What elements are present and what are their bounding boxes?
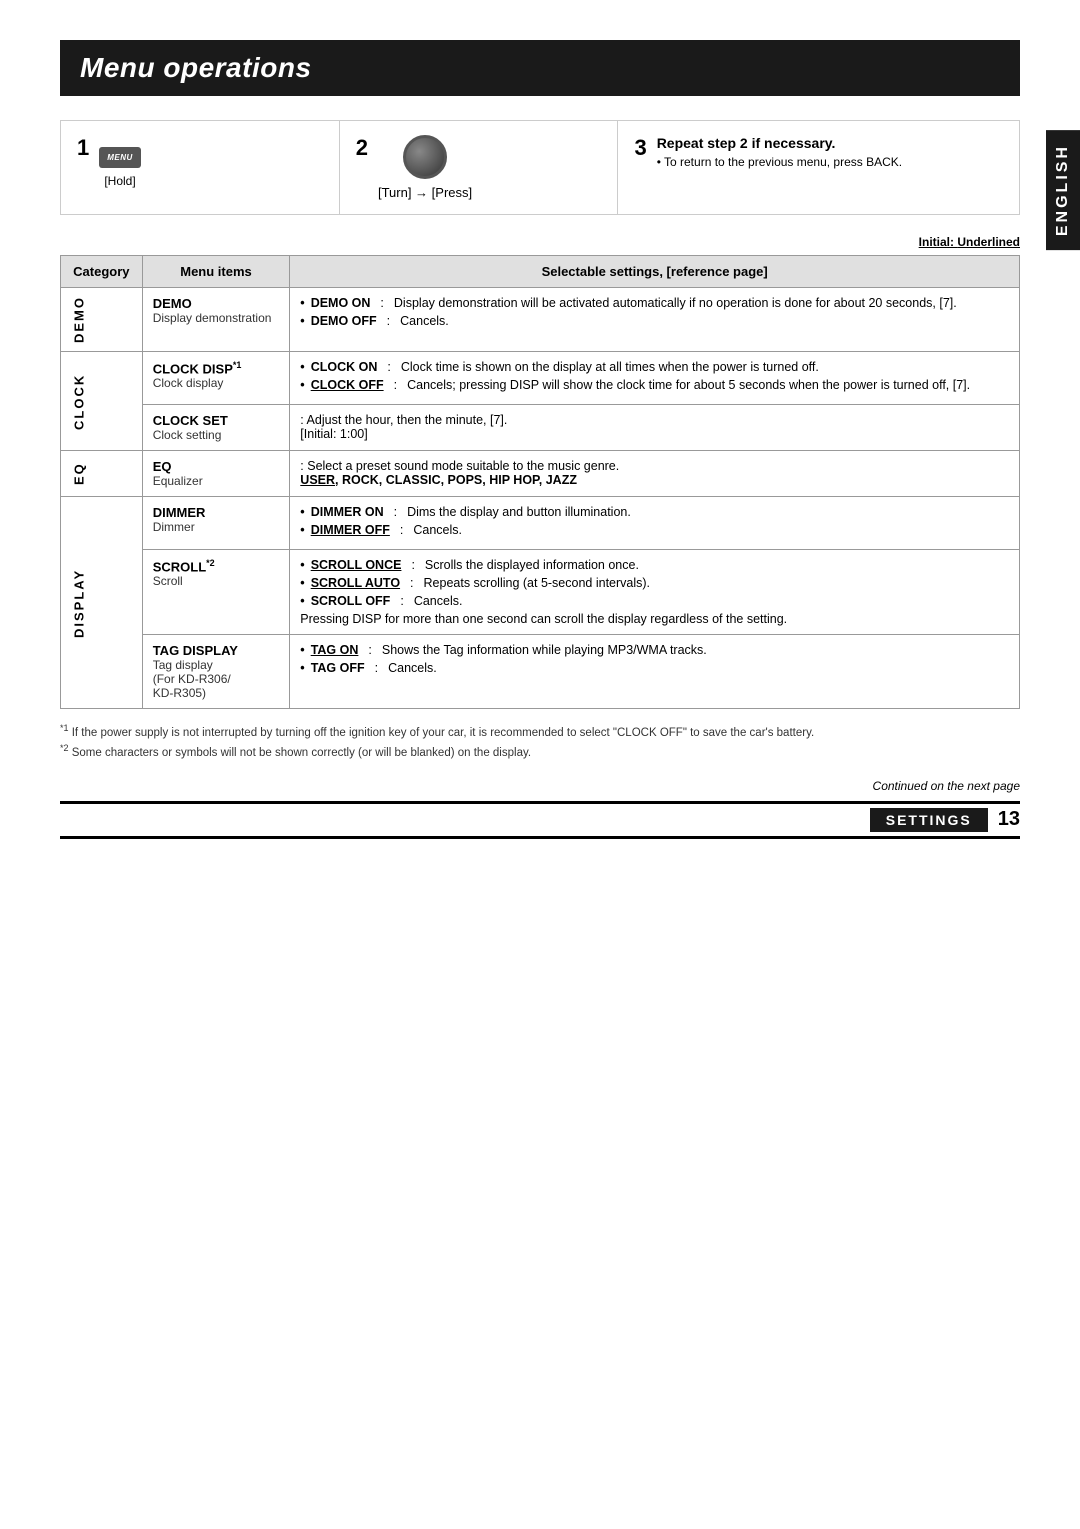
step-3-number: 3	[634, 135, 646, 161]
footnotes: *1 If the power supply is not interrupte…	[60, 723, 1020, 759]
list-item: • SCROLL OFF : Cancels.	[300, 594, 1009, 608]
table-row: DEMO DEMO Display demonstration • DEMO O…	[61, 288, 1020, 352]
list-item: • SCROLL AUTO : Repeats scrolling (at 5-…	[300, 576, 1009, 590]
table-row: SCROLL*2 Scroll • SCROLL ONCE : Scrolls …	[61, 550, 1020, 635]
step-3: 3 Repeat step 2 if necessary. • To retur…	[618, 121, 1019, 214]
step-1: 1 MENU [Hold]	[61, 121, 340, 214]
initial-note: Initial: Underlined	[60, 235, 1020, 249]
footnote-1: *1 If the power supply is not interrupte…	[60, 723, 1020, 739]
scroll-extra: Pressing DISP for more than one second c…	[300, 612, 1009, 626]
step-2: 2 [Turn] → [Press]	[340, 121, 619, 214]
category-display: DISPLAY	[61, 497, 143, 709]
col-menu-items: Menu items	[142, 256, 290, 288]
menu-table: Category Menu items Selectable settings,…	[60, 255, 1020, 709]
table-row: CLOCK CLOCK DISP*1 Clock display • CLOCK…	[61, 352, 1020, 405]
menu-item-demo: DEMO Display demonstration	[142, 288, 290, 352]
step-3-desc: • To return to the previous menu, press …	[657, 155, 902, 169]
table-row: CLOCK SET Clock setting : Adjust the hou…	[61, 405, 1020, 451]
step-2-content: [Turn] → [Press]	[378, 135, 472, 200]
settings-eq: : Select a preset sound mode suitable to…	[290, 451, 1020, 497]
menu-item-clock-set: CLOCK SET Clock setting	[142, 405, 290, 451]
col-category: Category	[61, 256, 143, 288]
list-item: • SCROLL ONCE : Scrolls the displayed in…	[300, 558, 1009, 572]
list-item: • DIMMER OFF : Cancels.	[300, 523, 1009, 537]
settings-tag-display: • TAG ON : Shows the Tag information whi…	[290, 635, 1020, 709]
menu-item-eq: EQ Equalizer	[142, 451, 290, 497]
step-1-content: MENU [Hold]	[99, 147, 141, 188]
initial-value: Underlined	[957, 235, 1020, 249]
english-sidebar-label: ENGLISH	[1046, 130, 1080, 250]
category-eq: EQ	[61, 451, 143, 497]
menu-item-clock-disp: CLOCK DISP*1 Clock display	[142, 352, 290, 405]
menu-item-dimmer: DIMMER Dimmer	[142, 497, 290, 550]
settings-demo: • DEMO ON : Display demonstration will b…	[290, 288, 1020, 352]
step-2-instruction: [Turn] → [Press]	[378, 185, 472, 200]
menu-item-scroll: SCROLL*2 Scroll	[142, 550, 290, 635]
list-item: • TAG ON : Shows the Tag information whi…	[300, 643, 1009, 657]
col-settings: Selectable settings, [reference page]	[290, 256, 1020, 288]
footer-settings-label: SETTINGS	[870, 808, 988, 832]
settings-clock-disp: • CLOCK ON : Clock time is shown on the …	[290, 352, 1020, 405]
step-1-number: 1	[77, 135, 89, 161]
table-row: EQ EQ Equalizer : Select a preset sound …	[61, 451, 1020, 497]
table-row: TAG DISPLAY Tag display(For KD-R306/KD-R…	[61, 635, 1020, 709]
step-2-number: 2	[356, 135, 368, 161]
settings-scroll: • SCROLL ONCE : Scrolls the displayed in…	[290, 550, 1020, 635]
table-row: DISPLAY DIMMER Dimmer • DIMMER ON : Dims…	[61, 497, 1020, 550]
continued-label: Continued on the next page	[60, 779, 1020, 793]
category-demo: DEMO	[61, 288, 143, 352]
footer-bar: SETTINGS 13	[60, 801, 1020, 839]
list-item: • DEMO ON : Display demonstration will b…	[300, 296, 1009, 310]
knob-icon	[403, 135, 447, 179]
menu-item-tag-display: TAG DISPLAY Tag display(For KD-R306/KD-R…	[142, 635, 290, 709]
page-title: Menu operations	[80, 52, 1000, 84]
settings-clock-set: : Adjust the hour, then the minute, [7].…	[290, 405, 1020, 451]
hold-label: [Hold]	[104, 174, 135, 188]
title-bar: Menu operations	[60, 40, 1020, 96]
list-item: • TAG OFF : Cancels.	[300, 661, 1009, 675]
list-item: • CLOCK ON : Clock time is shown on the …	[300, 360, 1009, 374]
list-item: • DEMO OFF : Cancels.	[300, 314, 1009, 328]
footnote-2: *2 Some characters or symbols will not b…	[60, 743, 1020, 759]
list-item: • CLOCK OFF : Cancels; pressing DISP wil…	[300, 378, 1009, 392]
page: ENGLISH Menu operations 1 MENU [Hold] 2 …	[0, 0, 1080, 879]
settings-dimmer: • DIMMER ON : Dims the display and butto…	[290, 497, 1020, 550]
list-item: • DIMMER ON : Dims the display and butto…	[300, 505, 1009, 519]
step-3-title: Repeat step 2 if necessary.	[657, 135, 902, 151]
menu-button-icon: MENU	[99, 147, 141, 168]
table-header-row: Category Menu items Selectable settings,…	[61, 256, 1020, 288]
category-clock: CLOCK	[61, 352, 143, 451]
footer-page-number: 13	[998, 808, 1020, 831]
steps-row: 1 MENU [Hold] 2 [Turn] → [Press] 3 Repea…	[60, 120, 1020, 215]
